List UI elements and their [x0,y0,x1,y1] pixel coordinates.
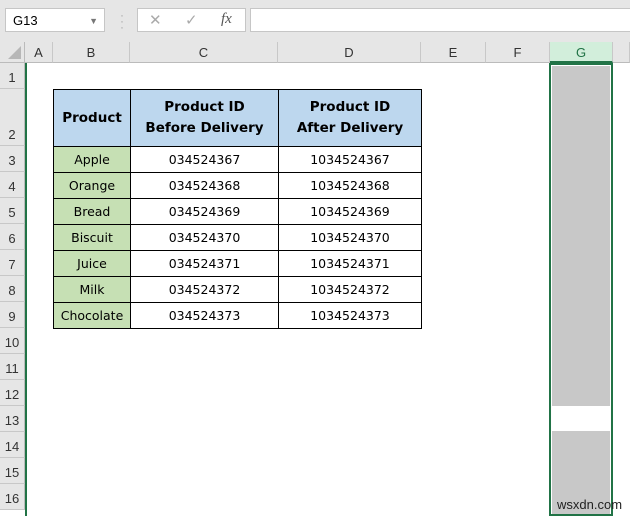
row-header-4[interactable]: 4 [0,172,25,198]
enter-icon[interactable]: ✓ [185,11,198,29]
table-row: Milk 034524372 1034524372 [53,276,422,303]
header-id-after[interactable]: Product ID After Delivery [278,89,422,147]
row-header-13[interactable]: 13 [0,406,25,432]
id-before-cell[interactable]: 034524370 [130,224,279,251]
id-after-cell[interactable]: 1034524368 [278,172,422,199]
table-row: Juice 034524371 1034524371 [53,250,422,277]
product-cell[interactable]: Bread [53,198,131,225]
column-header-b[interactable]: B [53,42,130,63]
id-after-cell[interactable]: 1034524369 [278,198,422,225]
id-before-cell[interactable]: 034524369 [130,198,279,225]
row-header-7[interactable]: 7 [0,250,25,276]
table-row: Biscuit 034524370 1034524370 [53,224,422,251]
id-after-cell[interactable]: 1034524371 [278,250,422,277]
id-after-cell[interactable]: 1034524367 [278,146,422,173]
product-cell[interactable]: Juice [53,250,131,277]
row-header-16[interactable]: 16 [0,484,25,510]
id-after-cell[interactable]: 1034524372 [278,276,422,303]
product-table: Product Product ID Before Delivery Produ… [53,89,422,329]
row-header-12[interactable]: 12 [0,380,25,406]
row-header-border [25,63,27,516]
watermark: wsxdn.com [557,497,623,512]
product-cell[interactable]: Milk [53,276,131,303]
table-row: Apple 034524367 1034524367 [53,146,422,173]
product-cell[interactable]: Chocolate [53,302,131,329]
row-header-10[interactable]: 10 [0,328,25,354]
header-id-before[interactable]: Product ID Before Delivery [130,89,279,147]
header-product[interactable]: Product [53,89,131,147]
product-cell[interactable]: Apple [53,146,131,173]
id-after-cell[interactable]: 1034524370 [278,224,422,251]
formula-bar: G13 ▼ · · · ✕ ✓ fx [0,0,630,42]
formula-input[interactable] [250,8,630,32]
id-before-cell[interactable]: 034524367 [130,146,279,173]
row-header-6[interactable]: 6 [0,224,25,250]
column-header-c[interactable]: C [130,42,278,63]
row-header-8[interactable]: 8 [0,276,25,302]
name-box-value: G13 [13,13,38,28]
product-cell[interactable]: Orange [53,172,131,199]
selection-border [549,63,613,516]
id-before-cell[interactable]: 034524371 [130,250,279,277]
table-row: Chocolate 034524373 1034524373 [53,302,422,329]
row-header-14[interactable]: 14 [0,432,25,458]
id-before-cell[interactable]: 034524373 [130,302,279,329]
id-before-cell[interactable]: 034524368 [130,172,279,199]
column-header-g[interactable]: G [550,42,613,63]
row-header-9[interactable]: 9 [0,302,25,328]
column-header-d[interactable]: D [278,42,421,63]
cancel-icon[interactable]: ✕ [149,11,162,29]
row-header-2[interactable]: 2 [0,89,25,146]
product-cell[interactable]: Biscuit [53,224,131,251]
select-all-button[interactable] [0,42,25,63]
chevron-down-icon[interactable]: ▼ [89,9,98,33]
column-header-next[interactable] [613,42,630,63]
row-header-5[interactable]: 5 [0,198,25,224]
id-after-cell[interactable]: 1034524373 [278,302,422,329]
row-header-15[interactable]: 15 [0,458,25,484]
formula-buttons: ✕ ✓ fx [137,8,246,32]
name-box[interactable]: G13 ▼ [5,8,105,32]
table-row: Orange 034524368 1034524368 [53,172,422,199]
column-header-f[interactable]: F [486,42,550,63]
row-header-1[interactable]: 1 [0,63,25,89]
fx-icon[interactable]: fx [221,11,232,28]
column-header-e[interactable]: E [421,42,486,63]
row-header-11[interactable]: 11 [0,354,25,380]
table-header-row: Product Product ID Before Delivery Produ… [53,89,422,147]
grip-icon: · · · [120,8,124,34]
row-header-3[interactable]: 3 [0,146,25,172]
id-before-cell[interactable]: 034524372 [130,276,279,303]
table-row: Bread 034524369 1034524369 [53,198,422,225]
column-header-a[interactable]: A [25,42,53,63]
